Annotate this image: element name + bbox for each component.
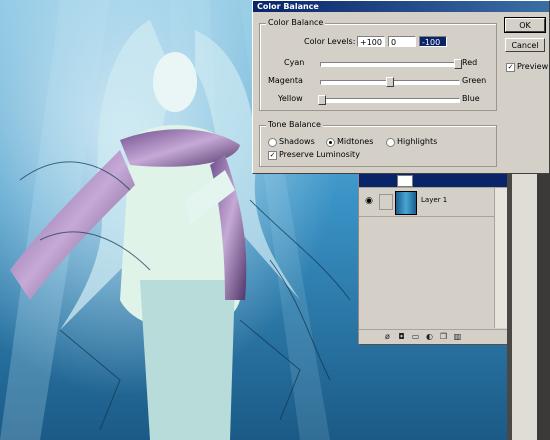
cancel-button[interactable]: Cancel: [505, 38, 545, 52]
preview-label: Preview: [517, 62, 549, 71]
midtones-label: Midtones: [337, 137, 374, 146]
color-balance-group: Color Balance Color Levels: +100 0 -100 …: [259, 18, 497, 111]
layers-scrollbar[interactable]: [494, 188, 507, 328]
shadows-label: Shadows: [279, 137, 315, 146]
slider-right-label: Red: [462, 58, 478, 67]
ok-button[interactable]: OK: [504, 17, 546, 33]
layer-row-selected[interactable]: [359, 174, 507, 188]
slider-left-label: Magenta: [268, 76, 303, 85]
cyan-red-slider[interactable]: [454, 59, 462, 69]
folder-icon[interactable]: ▭: [411, 332, 420, 341]
dialog-titlebar[interactable]: Color Balance: [253, 1, 549, 12]
dialog-title: Color Balance: [257, 2, 319, 11]
color-level-cyan-red[interactable]: +100: [357, 36, 385, 47]
cyan-red-track[interactable]: [320, 62, 460, 67]
layer-thumbnail: [397, 175, 413, 187]
magenta-green-slider[interactable]: [386, 77, 394, 87]
color-balance-dialog: Color Balance Color Balance Color Levels…: [252, 0, 550, 174]
trash-icon[interactable]: ▥: [453, 332, 462, 341]
highlights-label: Highlights: [397, 137, 438, 146]
layer-thumbnail: [395, 191, 417, 215]
side-panel-strip: [512, 174, 537, 440]
color-level-yellow-blue[interactable]: -100: [419, 36, 447, 47]
yellow-blue-track[interactable]: [320, 98, 460, 103]
group-label: Tone Balance: [266, 120, 323, 129]
layer-name: Layer 1: [421, 196, 448, 204]
shadows-radio[interactable]: [268, 138, 277, 147]
new-layer-icon[interactable]: ❐: [439, 332, 448, 341]
highlights-radio[interactable]: [386, 138, 395, 147]
color-level-magenta-green[interactable]: 0: [388, 36, 416, 47]
layers-panel: ◉ Layer 1 ø ◘ ▭ ◐ ❐ ▥: [358, 174, 508, 345]
color-levels-label: Color Levels:: [304, 37, 356, 46]
layers-toolbar: ø ◘ ▭ ◐ ❐ ▥: [359, 329, 507, 344]
slider-left-label: Yellow: [278, 94, 303, 103]
link-toggle[interactable]: [379, 194, 393, 210]
layer-row-layer-1[interactable]: ◉ Layer 1: [359, 188, 507, 217]
side-panel-edge: [537, 174, 550, 440]
tone-balance-group: Tone Balance Shadows Midtones Highlights…: [259, 120, 497, 167]
preserve-luminosity-label: Preserve Luminosity: [279, 150, 360, 159]
slider-left-label: Cyan: [284, 58, 305, 67]
preserve-luminosity-checkbox[interactable]: ✓: [268, 151, 277, 160]
preview-checkbox[interactable]: ✓: [506, 63, 515, 72]
slider-right-label: Blue: [462, 94, 480, 103]
midtones-radio[interactable]: [326, 138, 335, 147]
slider-right-label: Green: [462, 76, 487, 85]
adjustment-icon[interactable]: ◐: [425, 332, 434, 341]
eye-icon[interactable]: ◉: [363, 196, 375, 206]
group-label: Color Balance: [266, 18, 326, 27]
mask-icon[interactable]: ◘: [397, 332, 406, 341]
layer-style-icon[interactable]: ø: [383, 332, 392, 341]
yellow-blue-slider[interactable]: [318, 95, 326, 105]
